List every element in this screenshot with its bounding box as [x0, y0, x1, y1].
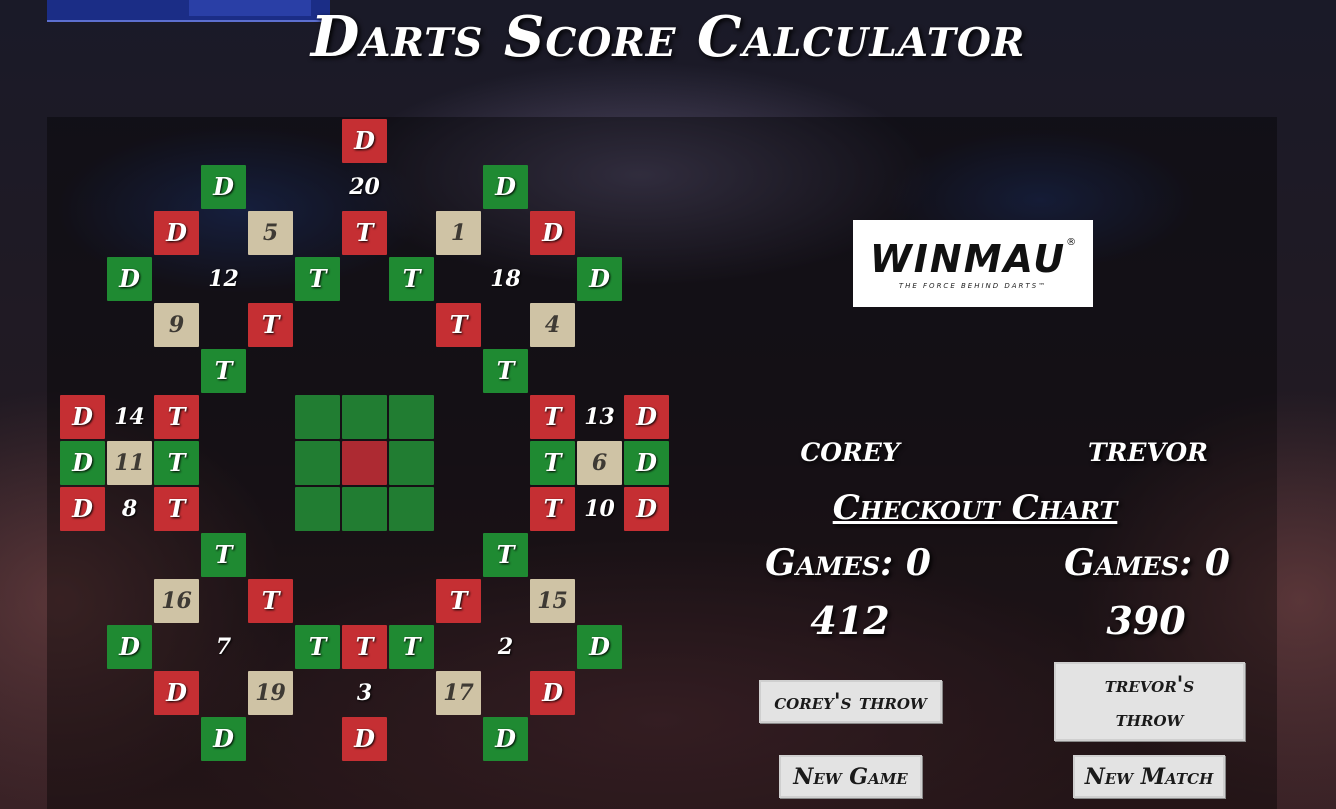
double-segment-button[interactable]: D — [483, 717, 528, 761]
double-segment-button[interactable]: D — [530, 671, 575, 715]
single-segment-button[interactable]: 11 — [107, 441, 152, 485]
triple-segment-button[interactable]: T — [436, 579, 481, 623]
logo-registered-mark: ® — [1066, 237, 1077, 248]
triple-segment-button[interactable]: T — [154, 487, 199, 531]
double-segment-button[interactable]: D — [60, 441, 105, 485]
triple-segment-button[interactable]: T — [154, 441, 199, 485]
triple-segment-button[interactable]: T — [154, 395, 199, 439]
triple-segment-button[interactable]: T — [201, 349, 246, 393]
player2-games: Games: 0 — [1064, 542, 1230, 584]
single-segment-button[interactable]: 5 — [248, 211, 293, 255]
single-segment-button[interactable]: 14 — [107, 395, 152, 439]
top-left-banner-image — [47, 0, 330, 22]
triple-segment-button[interactable]: T — [530, 395, 575, 439]
double-segment-button[interactable]: D — [154, 211, 199, 255]
player2-score: 390 — [1106, 598, 1186, 643]
double-segment-button[interactable]: D — [577, 625, 622, 669]
checkout-chart-link[interactable]: Checkout Chart — [775, 488, 1175, 528]
single-segment-button[interactable]: 12 — [201, 257, 246, 301]
bullseye-segment-button[interactable] — [389, 487, 434, 531]
bullseye-segment-button[interactable] — [295, 487, 340, 531]
triple-segment-button[interactable]: T — [248, 303, 293, 347]
logo-tagline: THE FORCE BEHIND DARTS™ — [898, 282, 1048, 290]
double-segment-button[interactable]: D — [624, 441, 669, 485]
double-segment-button[interactable]: D — [60, 395, 105, 439]
triple-segment-button[interactable]: T — [389, 625, 434, 669]
triple-segment-button[interactable]: T — [436, 303, 481, 347]
new-match-button[interactable]: New Match — [1073, 755, 1225, 798]
player1-score: 412 — [810, 598, 890, 643]
double-segment-button[interactable]: D — [107, 625, 152, 669]
single-segment-button[interactable]: 16 — [154, 579, 199, 623]
single-segment-button[interactable]: 9 — [154, 303, 199, 347]
triple-segment-button[interactable]: T — [295, 625, 340, 669]
player1-throw-button[interactable]: corey's throw — [759, 680, 942, 723]
bullseye-segment-button[interactable] — [295, 395, 340, 439]
single-segment-button[interactable]: 20 — [342, 165, 387, 209]
bullseye-segment-button[interactable] — [295, 441, 340, 485]
single-segment-button[interactable]: 7 — [201, 625, 246, 669]
single-segment-button[interactable]: 18 — [483, 257, 528, 301]
player1-games: Games: 0 — [765, 542, 931, 584]
new-game-button[interactable]: New Game — [779, 755, 922, 798]
player2-name: trevor — [1088, 428, 1208, 470]
triple-segment-button[interactable]: T — [248, 579, 293, 623]
logo-word: WINMAU — [869, 237, 1067, 281]
single-segment-button[interactable]: 3 — [342, 671, 387, 715]
triple-segment-button[interactable]: T — [389, 257, 434, 301]
triple-segment-button[interactable]: T — [201, 533, 246, 577]
single-segment-button[interactable]: 6 — [577, 441, 622, 485]
single-segment-button[interactable]: 15 — [530, 579, 575, 623]
single-segment-button[interactable]: 17 — [436, 671, 481, 715]
bullseye-segment-button[interactable] — [342, 441, 387, 485]
double-segment-button[interactable]: D — [201, 717, 246, 761]
single-segment-button[interactable]: 10 — [577, 487, 622, 531]
double-segment-button[interactable]: D — [342, 717, 387, 761]
triple-segment-button[interactable]: T — [483, 349, 528, 393]
double-segment-button[interactable]: D — [201, 165, 246, 209]
single-segment-button[interactable]: 13 — [577, 395, 622, 439]
banner-screen — [189, 0, 311, 16]
player1-name: corey — [800, 428, 900, 470]
bullseye-segment-button[interactable] — [389, 395, 434, 439]
bullseye-segment-button[interactable] — [342, 395, 387, 439]
single-segment-button[interactable]: 1 — [436, 211, 481, 255]
single-segment-button[interactable]: 4 — [530, 303, 575, 347]
double-segment-button[interactable]: D — [342, 119, 387, 163]
double-segment-button[interactable]: D — [107, 257, 152, 301]
double-segment-button[interactable]: D — [60, 487, 105, 531]
bullseye-segment-button[interactable] — [342, 487, 387, 531]
triple-segment-button[interactable]: T — [530, 487, 575, 531]
single-segment-button[interactable]: 2 — [483, 625, 528, 669]
double-segment-button[interactable]: D — [577, 257, 622, 301]
triple-segment-button[interactable]: T — [530, 441, 575, 485]
triple-segment-button[interactable]: T — [483, 533, 528, 577]
single-segment-button[interactable]: 8 — [107, 487, 152, 531]
bullseye-segment-button[interactable] — [389, 441, 434, 485]
player2-throw-button[interactable]: trevor's throw — [1054, 662, 1245, 741]
double-segment-button[interactable]: D — [483, 165, 528, 209]
dartboard-grid: D D 20 D D 5 T 1 D D 12 T T 18 D 9 T T 4 T T D 14 T T 13 D D 11 T T 6 D D… — [59, 118, 669, 762]
triple-segment-button[interactable]: T — [342, 625, 387, 669]
double-segment-button[interactable]: D — [530, 211, 575, 255]
double-segment-button[interactable]: D — [624, 395, 669, 439]
winmau-logo: WINMAU® THE FORCE BEHIND DARTS™ — [853, 220, 1093, 307]
double-segment-button[interactable]: D — [154, 671, 199, 715]
single-segment-button[interactable]: 19 — [248, 671, 293, 715]
triple-segment-button[interactable]: T — [295, 257, 340, 301]
double-segment-button[interactable]: D — [624, 487, 669, 531]
triple-segment-button[interactable]: T — [342, 211, 387, 255]
